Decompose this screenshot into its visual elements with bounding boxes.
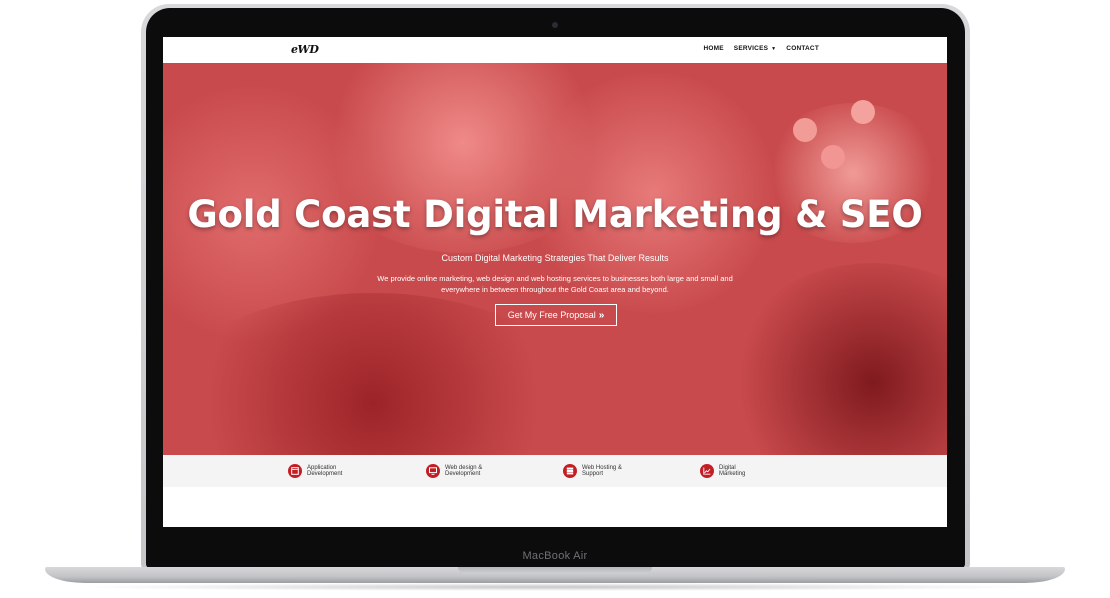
feature-label: Web Hosting & Support bbox=[582, 465, 632, 478]
feature-web-hosting[interactable]: Web Hosting & Support bbox=[563, 464, 632, 478]
cta-label: Get My Free Proposal bbox=[507, 310, 596, 320]
caret-down-icon: ▼ bbox=[771, 45, 777, 52]
feature-label: Digital Marketing bbox=[719, 465, 769, 478]
server-icon bbox=[563, 464, 577, 478]
app-window-icon bbox=[288, 464, 302, 478]
hero-description: We provide online marketing, web design … bbox=[363, 273, 747, 295]
nav-item-services[interactable]: SERVICES ▼ bbox=[734, 45, 777, 52]
nav-item-contact[interactable]: CONTACT bbox=[786, 45, 819, 52]
hero-description-line: We provide online marketing, web design … bbox=[377, 274, 733, 283]
feature-application-development[interactable]: Application Development bbox=[288, 464, 357, 478]
double-chevron-right-icon: » bbox=[598, 309, 605, 321]
feature-label-line: Support bbox=[582, 471, 604, 477]
device-model-label: MacBook Air bbox=[522, 550, 588, 562]
nav-item-label: SERVICES bbox=[733, 45, 769, 52]
hero-description-line: everywhere in between throughout the Gol… bbox=[441, 285, 669, 294]
feature-web-design[interactable]: Web design & Development bbox=[426, 464, 495, 478]
site-header: eWD HOME SERVICES ▼ CONTACT bbox=[163, 37, 947, 63]
free-proposal-button[interactable]: Get My Free Proposal » bbox=[495, 304, 617, 326]
site-logo[interactable]: eWD bbox=[291, 43, 319, 56]
nav-item-home[interactable]: HOME bbox=[703, 45, 723, 52]
nav-item-label: HOME bbox=[703, 45, 724, 52]
main-nav: HOME SERVICES ▼ CONTACT bbox=[703, 45, 819, 52]
laptop-shadow bbox=[70, 583, 1040, 591]
chart-icon bbox=[700, 464, 714, 478]
webcam bbox=[552, 22, 558, 28]
feature-label: Web design & Development bbox=[445, 465, 495, 478]
monitor-icon bbox=[426, 464, 440, 478]
nav-item-label: CONTACT bbox=[786, 45, 819, 52]
feature-label: Application Development bbox=[307, 465, 357, 478]
feature-label-line: Development bbox=[445, 471, 481, 477]
feature-label-line: Marketing bbox=[719, 471, 746, 477]
hero-subtitle: Custom Digital Marketing Strategies That… bbox=[441, 253, 669, 263]
feature-digital-marketing[interactable]: Digital Marketing bbox=[700, 464, 769, 478]
hero-banner: Gold Coast Digital Marketing & SEO Custo… bbox=[163, 63, 947, 455]
website-screen: eWD HOME SERVICES ▼ CONTACT Gold Coast D… bbox=[163, 37, 947, 527]
features-bar: Application Development Web design & Dev… bbox=[163, 455, 947, 487]
feature-label-line: Development bbox=[307, 471, 343, 477]
hero-title: Gold Coast Digital Marketing & SEO bbox=[187, 193, 923, 236]
laptop-base-notch bbox=[458, 567, 652, 574]
hero-content: Gold Coast Digital Marketing & SEO Custo… bbox=[163, 63, 947, 455]
